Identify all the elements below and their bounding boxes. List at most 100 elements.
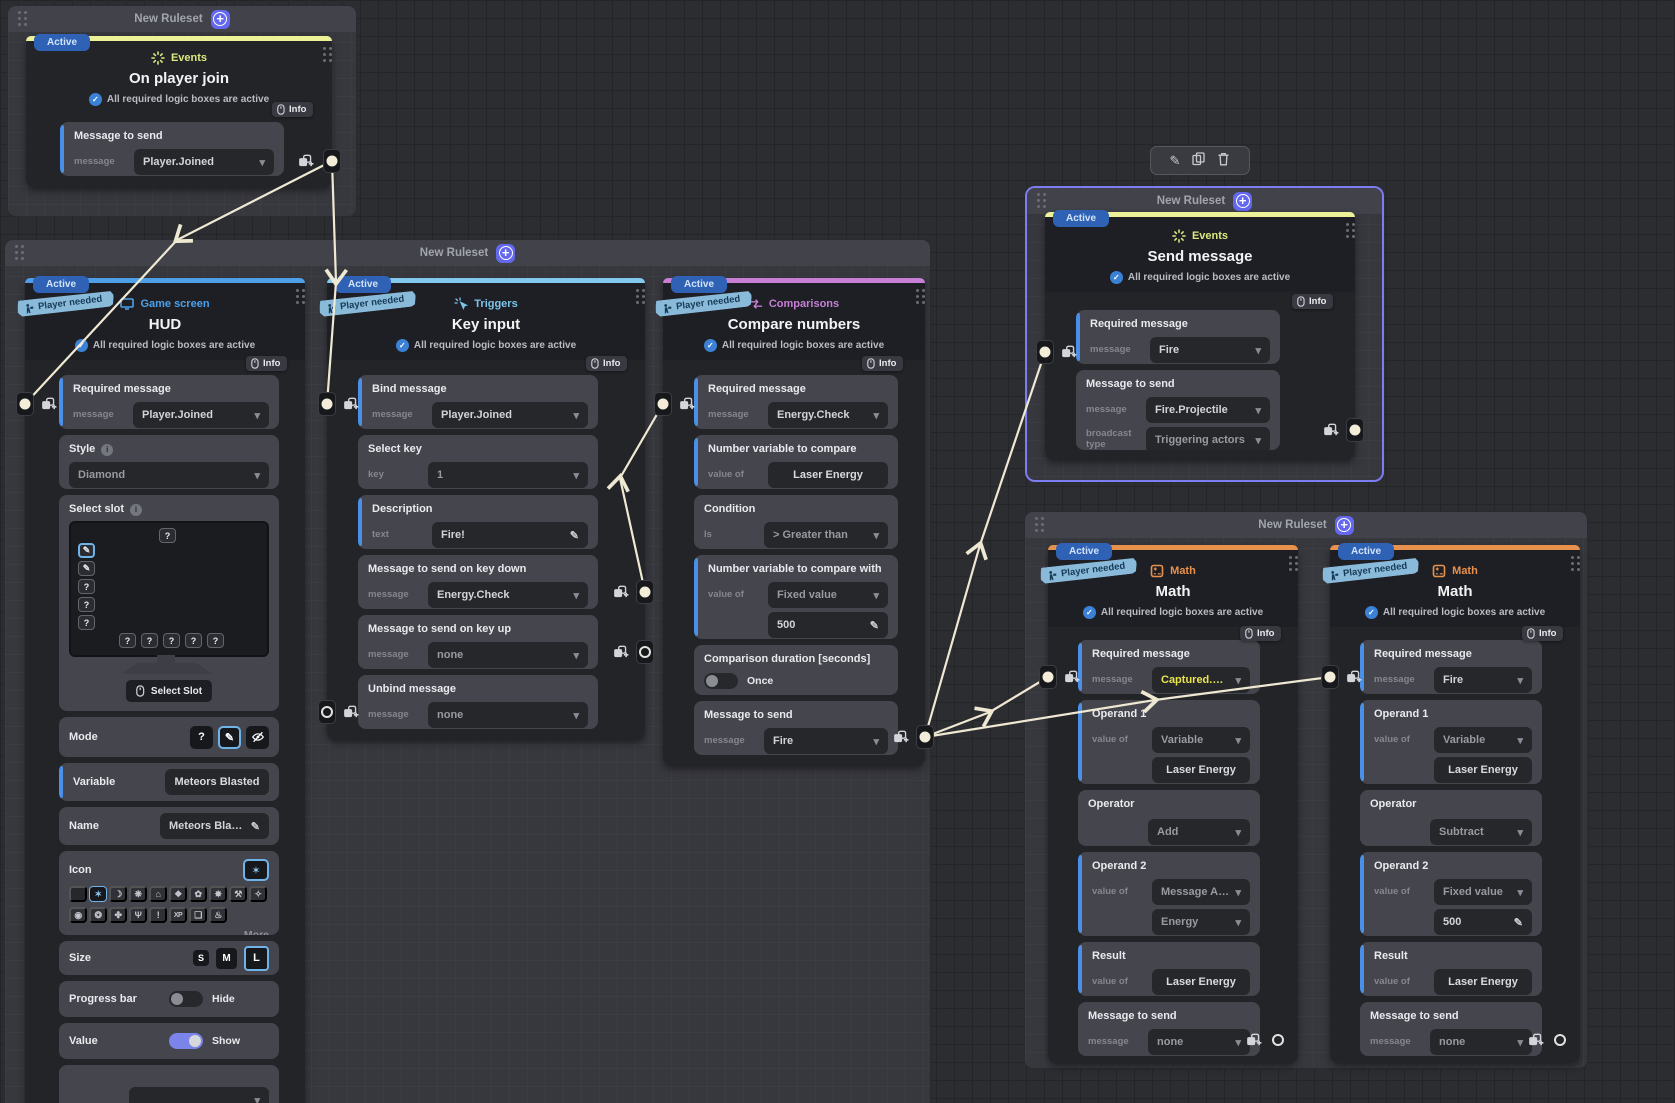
drag-handle-icon[interactable]: [1571, 556, 1574, 559]
icon-cell-paw[interactable]: ✤: [109, 907, 127, 923]
add-rule-button[interactable]: [496, 244, 515, 263]
input-connector-empty[interactable]: [321, 706, 333, 718]
card-key-input[interactable]: Active Player needed Triggers Key input …: [327, 278, 645, 740]
input-connector[interactable]: [1043, 672, 1054, 683]
card-math-subtract[interactable]: Active Player needed Math Math All requi…: [1330, 545, 1580, 1063]
broadcast-type-dropdown[interactable]: Triggering actors: [1146, 427, 1270, 450]
delete-button[interactable]: [1217, 152, 1230, 169]
slot-left-1-selected[interactable]: [78, 543, 95, 558]
slot-left-4[interactable]: ?: [78, 597, 95, 612]
icon-cell-blank[interactable]: [69, 886, 87, 902]
info-tab[interactable]: Info: [862, 356, 903, 371]
partial-field[interactable]: [129, 1087, 269, 1103]
message-dropdown[interactable]: Energy.Check: [768, 402, 888, 428]
info-tab[interactable]: Info: [246, 356, 287, 371]
output-connector[interactable]: [327, 156, 338, 167]
input-connector[interactable]: [20, 399, 31, 410]
variable-button[interactable]: Laser Energy: [768, 462, 888, 488]
info-tab[interactable]: Info: [1240, 626, 1281, 641]
drag-handle-icon[interactable]: [18, 11, 21, 14]
message-dropdown[interactable]: none: [1148, 1029, 1250, 1055]
info-tab[interactable]: Info: [1522, 626, 1563, 641]
icon-cell-wrench[interactable]: ⚒: [229, 886, 247, 902]
message-dropdown[interactable]: Fire: [764, 728, 888, 754]
card-hud[interactable]: Active Player needed Game screen HUD All…: [25, 278, 305, 1103]
icon-cell-flame[interactable]: ♨: [209, 907, 227, 923]
input-connector[interactable]: [1325, 672, 1336, 683]
node-graph-canvas[interactable]: New Ruleset New Ruleset New Ruleset New …: [0, 0, 1675, 1103]
message-dropdown[interactable]: none: [1430, 1029, 1532, 1055]
info-tab[interactable]: Info: [586, 356, 627, 371]
drag-handle-icon[interactable]: [916, 289, 919, 292]
drag-handle-icon[interactable]: [636, 289, 639, 292]
ruleset-header[interactable]: New Ruleset: [5, 240, 930, 266]
info-circle-icon[interactable]: [130, 504, 142, 516]
slot-left-2[interactable]: [78, 561, 95, 576]
drag-handle-icon[interactable]: [1346, 223, 1349, 226]
icon-cell-medal[interactable]: ❖: [169, 886, 187, 902]
message-dropdown[interactable]: Fire: [1434, 667, 1532, 693]
drag-handle-icon[interactable]: [15, 245, 18, 248]
add-rule-button[interactable]: [211, 10, 230, 29]
icon-cell-gem[interactable]: ❂: [89, 907, 107, 923]
operator-dropdown[interactable]: Add: [1148, 819, 1250, 845]
operator-dropdown[interactable]: Subtract: [1430, 819, 1532, 845]
message-dropdown[interactable]: Fire: [1150, 337, 1270, 363]
message-dropdown[interactable]: Player.Joined: [432, 402, 588, 428]
mode-edit-button-selected[interactable]: [218, 726, 241, 749]
output-connector-empty[interactable]: [639, 646, 651, 658]
output-connector[interactable]: [1350, 425, 1361, 436]
icon-cell-plant[interactable]: Ψ: [129, 907, 147, 923]
drag-handle-icon[interactable]: [1037, 193, 1040, 196]
output-connector[interactable]: [640, 587, 651, 598]
result-variable-button[interactable]: Laser Energy: [1152, 969, 1250, 995]
size-m-button[interactable]: M: [216, 948, 237, 969]
message-dropdown[interactable]: none: [428, 702, 588, 728]
add-rule-button[interactable]: [1335, 516, 1354, 535]
slot-bottom-1[interactable]: ?: [119, 633, 136, 648]
value-of-dropdown[interactable]: Fixed value: [768, 582, 888, 608]
value-of-dropdown[interactable]: Variable: [1152, 727, 1250, 753]
slot-bottom-4[interactable]: ?: [185, 633, 202, 648]
input-connector[interactable]: [658, 399, 669, 410]
value-of-dropdown[interactable]: Message Argument: [1152, 879, 1250, 905]
variable-button[interactable]: Laser Energy: [1434, 757, 1532, 783]
select-slot-button[interactable]: Select Slot: [126, 680, 212, 702]
size-l-button-selected[interactable]: L: [244, 946, 269, 971]
slot-left-5[interactable]: ?: [78, 615, 95, 630]
mode-question-button[interactable]: ?: [190, 726, 213, 749]
icon-cell-xp[interactable]: XP: [169, 907, 187, 923]
icon-cell-sparkle[interactable]: ✧: [249, 886, 267, 902]
key-dropdown[interactable]: 1: [428, 462, 588, 488]
message-dropdown[interactable]: Player.Joined: [134, 149, 274, 175]
slot-bottom-5[interactable]: ?: [207, 633, 224, 648]
icon-cell-coin[interactable]: ◉: [69, 907, 87, 923]
value-toggle-on[interactable]: [169, 1033, 203, 1049]
duration-toggle-off[interactable]: [704, 673, 738, 689]
icon-cell-book[interactable]: ❏: [189, 907, 207, 923]
selected-icon-badge[interactable]: ✶: [243, 859, 269, 881]
input-connector[interactable]: [1040, 347, 1051, 358]
output-connector-empty[interactable]: [1272, 1034, 1284, 1046]
drag-handle-icon[interactable]: [1035, 517, 1038, 520]
message-dropdown[interactable]: Player.Joined: [133, 402, 269, 428]
style-dropdown[interactable]: Diamond: [69, 462, 269, 488]
icon-cell-burst[interactable]: ❋: [129, 886, 147, 902]
info-circle-icon[interactable]: [101, 444, 113, 456]
message-dropdown[interactable]: Energy.Check: [428, 582, 588, 608]
icon-cell-house[interactable]: ⌂: [149, 886, 167, 902]
progress-bar-toggle-off[interactable]: [169, 991, 203, 1007]
add-rule-button[interactable]: [1233, 192, 1252, 211]
drag-handle-icon[interactable]: [296, 289, 299, 292]
result-variable-button[interactable]: Laser Energy: [1434, 969, 1532, 995]
input-connector[interactable]: [322, 399, 333, 410]
message-dropdown[interactable]: none: [428, 642, 588, 668]
description-field[interactable]: Fire!: [432, 522, 588, 548]
condition-dropdown[interactable]: > Greater than: [764, 522, 888, 548]
ruleset-header[interactable]: New Ruleset: [8, 6, 356, 32]
drag-handle-icon[interactable]: [323, 47, 326, 50]
output-connector-empty[interactable]: [1554, 1034, 1566, 1046]
output-connector[interactable]: [920, 732, 931, 743]
drag-handle-icon[interactable]: [1289, 556, 1292, 559]
slot-top[interactable]: ?: [159, 528, 176, 543]
